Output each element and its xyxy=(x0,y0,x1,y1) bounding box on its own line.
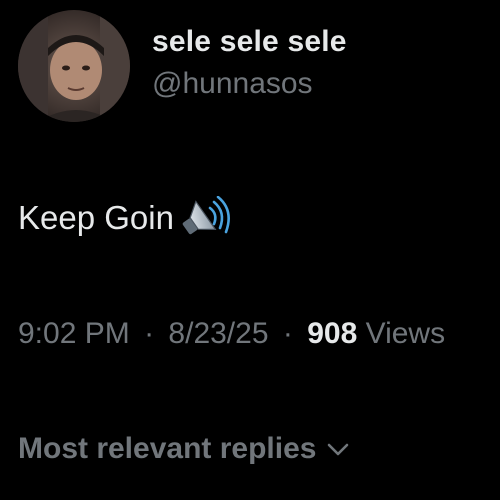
display-name[interactable]: sele sele sele xyxy=(152,22,347,62)
post-author: sele sele sele @hunnasos xyxy=(18,10,346,122)
avatar[interactable] xyxy=(18,10,130,122)
post-meta: 9:02 PM · 8/23/25 · 908 Views xyxy=(18,314,445,354)
replies-sort-dropdown[interactable]: Most relevant replies xyxy=(18,429,352,469)
user-handle[interactable]: @hunnasos xyxy=(152,64,347,104)
separator-dot: · xyxy=(282,317,293,350)
speaker-high-volume-icon xyxy=(176,196,232,240)
views-label: Views xyxy=(365,317,446,350)
separator-dot: · xyxy=(144,317,155,350)
post-body: Keep Goin xyxy=(18,196,232,240)
profile-photo xyxy=(18,10,130,122)
post-detail-view: sele sele sele @hunnasos Keep Goin 9:02 … xyxy=(0,0,500,500)
chevron-down-icon xyxy=(324,435,352,463)
post-time[interactable]: 9:02 PM xyxy=(18,317,130,350)
views-count: 908 xyxy=(307,317,358,350)
post-text: Keep Goin xyxy=(18,199,174,236)
replies-sort-label: Most relevant replies xyxy=(18,432,317,465)
post-date[interactable]: 8/23/25 xyxy=(168,317,268,350)
author-text: sele sele sele @hunnasos xyxy=(152,22,347,104)
